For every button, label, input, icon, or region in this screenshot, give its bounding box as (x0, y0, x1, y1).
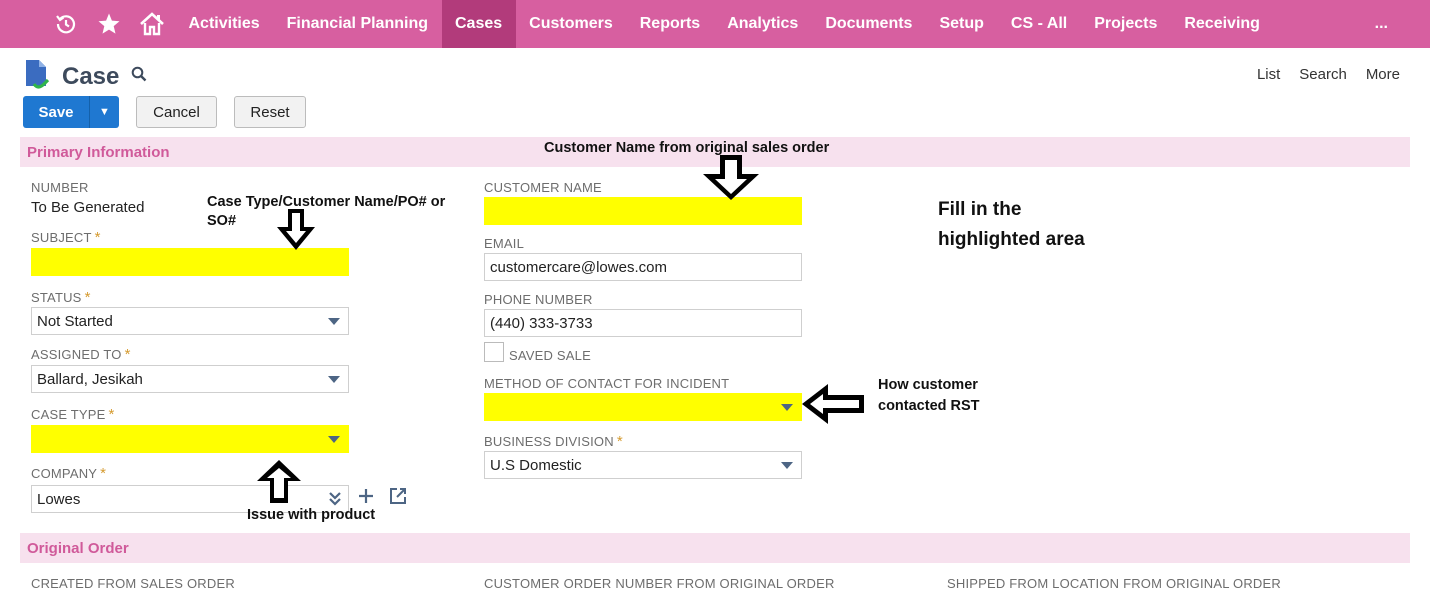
chevron-down-icon (328, 376, 340, 383)
customer-order-number-label: CUSTOMER ORDER NUMBER FROM ORIGINAL ORDE… (484, 576, 835, 591)
assigned-to-value: Ballard, Jesikah (37, 370, 143, 388)
search-link[interactable]: Search (1299, 66, 1347, 83)
annotation-contact-line1: How customer (878, 377, 978, 393)
company-label: COMPANY * (31, 465, 107, 482)
method-of-contact-select[interactable] (484, 393, 802, 421)
case-type-label: CASE TYPE * (31, 406, 115, 423)
method-of-contact-label: METHOD OF CONTACT FOR INCIDENT (484, 376, 730, 391)
nav-customers[interactable]: Customers (516, 0, 627, 48)
header-links: List Search More (1257, 66, 1400, 83)
nav-cs-all[interactable]: CS - All (997, 0, 1080, 48)
nav-activities[interactable]: Activities (175, 0, 273, 48)
nav-receiving[interactable]: Receiving (1171, 0, 1274, 48)
down-arrow-icon (700, 154, 762, 207)
nav-documents[interactable]: Documents (812, 0, 926, 48)
top-nav: Activities Financial Planning Cases Cust… (0, 0, 1430, 48)
chevron-down-icon (328, 436, 340, 443)
phone-input[interactable]: (440) 333-3733 (484, 309, 802, 337)
annotation-subject-hint-line2: SO# (207, 213, 237, 229)
more-link[interactable]: More (1366, 66, 1400, 83)
cancel-button[interactable]: Cancel (136, 96, 217, 128)
nav-projects[interactable]: Projects (1081, 0, 1171, 48)
number-value: To Be Generated (31, 199, 145, 216)
nav-setup[interactable]: Setup (926, 0, 997, 48)
business-division-label: BUSINESS DIVISION * (484, 433, 623, 450)
email-input[interactable]: customercare@lowes.com (484, 253, 802, 281)
save-button-label: Save (23, 96, 90, 128)
email-label: EMAIL (484, 236, 525, 251)
page-header: Case (24, 58, 147, 95)
created-from-sales-order-label: CREATED FROM SALES ORDER (31, 576, 235, 591)
reset-button[interactable]: Reset (234, 96, 306, 128)
annotation-subject-hint-line1: Case Type/Customer Name/PO# or (207, 194, 446, 210)
saved-sale-label: SAVED SALE (509, 348, 591, 363)
case-record-icon (24, 58, 52, 95)
down-arrow-icon (275, 208, 317, 257)
up-arrow-icon (255, 459, 303, 510)
saved-sale-checkbox[interactable] (484, 342, 504, 362)
assigned-to-select[interactable]: Ballard, Jesikah (31, 365, 349, 393)
annotation-contact-line2: contacted RST (878, 398, 980, 414)
chevron-down-icon (328, 318, 340, 325)
nav-reports[interactable]: Reports (626, 0, 713, 48)
annotation-fill-line2: highlighted area (938, 229, 1085, 250)
page-title: Case (62, 62, 120, 90)
recent-icon[interactable] (48, 0, 84, 48)
phone-label: PHONE NUMBER (484, 292, 593, 307)
chevron-down-icon (781, 462, 793, 469)
business-division-select[interactable]: U.S Domestic (484, 451, 802, 479)
case-type-select[interactable] (31, 425, 349, 453)
section-original-order[interactable]: Original Order (20, 533, 1410, 563)
annotation-case-type-hint: Issue with product (247, 507, 376, 523)
star-icon[interactable] (91, 0, 127, 48)
annotation-fill-line1: Fill in the (938, 199, 1022, 220)
nav-analytics[interactable]: Analytics (714, 0, 812, 48)
business-division-value: U.S Domestic (490, 456, 582, 474)
home-icon[interactable] (134, 0, 170, 48)
annotation-customer-name-hint: Customer Name from original sales order (544, 140, 830, 156)
status-value: Not Started (37, 312, 113, 330)
number-label: NUMBER (31, 180, 89, 195)
nav-financial-planning[interactable]: Financial Planning (273, 0, 441, 48)
nav-more-menu[interactable]: ... (1375, 15, 1388, 33)
customer-name-label: CUSTOMER NAME (484, 180, 602, 195)
left-arrow-icon (800, 382, 866, 431)
save-button[interactable]: Save ▼ (23, 96, 119, 128)
status-label: STATUS * (31, 289, 91, 306)
chevron-down-icon (781, 404, 793, 411)
shipped-from-location-label: SHIPPED FROM LOCATION FROM ORIGINAL ORDE… (947, 576, 1281, 591)
company-value: Lowes (37, 490, 81, 508)
save-options-dropdown[interactable]: ▼ (90, 96, 119, 128)
status-select[interactable]: Not Started (31, 307, 349, 335)
search-icon[interactable] (131, 66, 147, 87)
assigned-to-label: ASSIGNED TO * (31, 346, 131, 363)
nav-cases[interactable]: Cases (441, 0, 516, 48)
list-link[interactable]: List (1257, 66, 1280, 83)
open-external-icon[interactable] (389, 487, 407, 510)
subject-label: SUBJECT * (31, 229, 101, 246)
